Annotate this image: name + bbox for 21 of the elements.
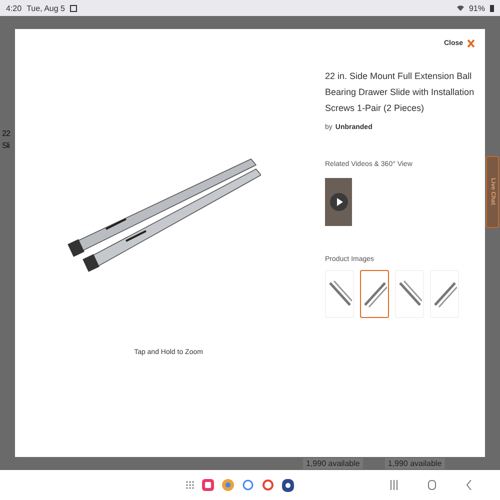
product-image-thumbnail[interactable]	[360, 270, 389, 318]
status-time: 4:20	[6, 4, 22, 12]
back-icon[interactable]	[466, 480, 472, 490]
play-icon	[330, 193, 348, 211]
video-thumbnail[interactable]	[325, 178, 352, 226]
wifi-icon	[456, 5, 464, 11]
apps-grid-icon[interactable]	[186, 481, 194, 489]
availability-text: 1,990 available	[303, 458, 363, 469]
product-title-text: 22	[2, 128, 10, 139]
availability-text: 1,990 available	[384, 458, 445, 469]
status-date: Tue, Aug 5	[26, 4, 65, 12]
recents-icon[interactable]	[390, 480, 398, 490]
home-icon[interactable]	[428, 480, 436, 490]
battery-percent: 91%	[468, 4, 485, 12]
notification-icon	[70, 4, 77, 12]
battery-icon	[490, 4, 494, 12]
product-title-text: Sli	[2, 140, 10, 151]
app-icon[interactable]	[202, 479, 214, 491]
product-title: 22 in. Side Mount Full Extension Ball Bearing Drawer Slide with Installation Screws 1-Pair (2 Pieces)	[325, 70, 475, 115]
close-icon	[467, 39, 475, 48]
settings-icon[interactable]	[282, 478, 294, 492]
